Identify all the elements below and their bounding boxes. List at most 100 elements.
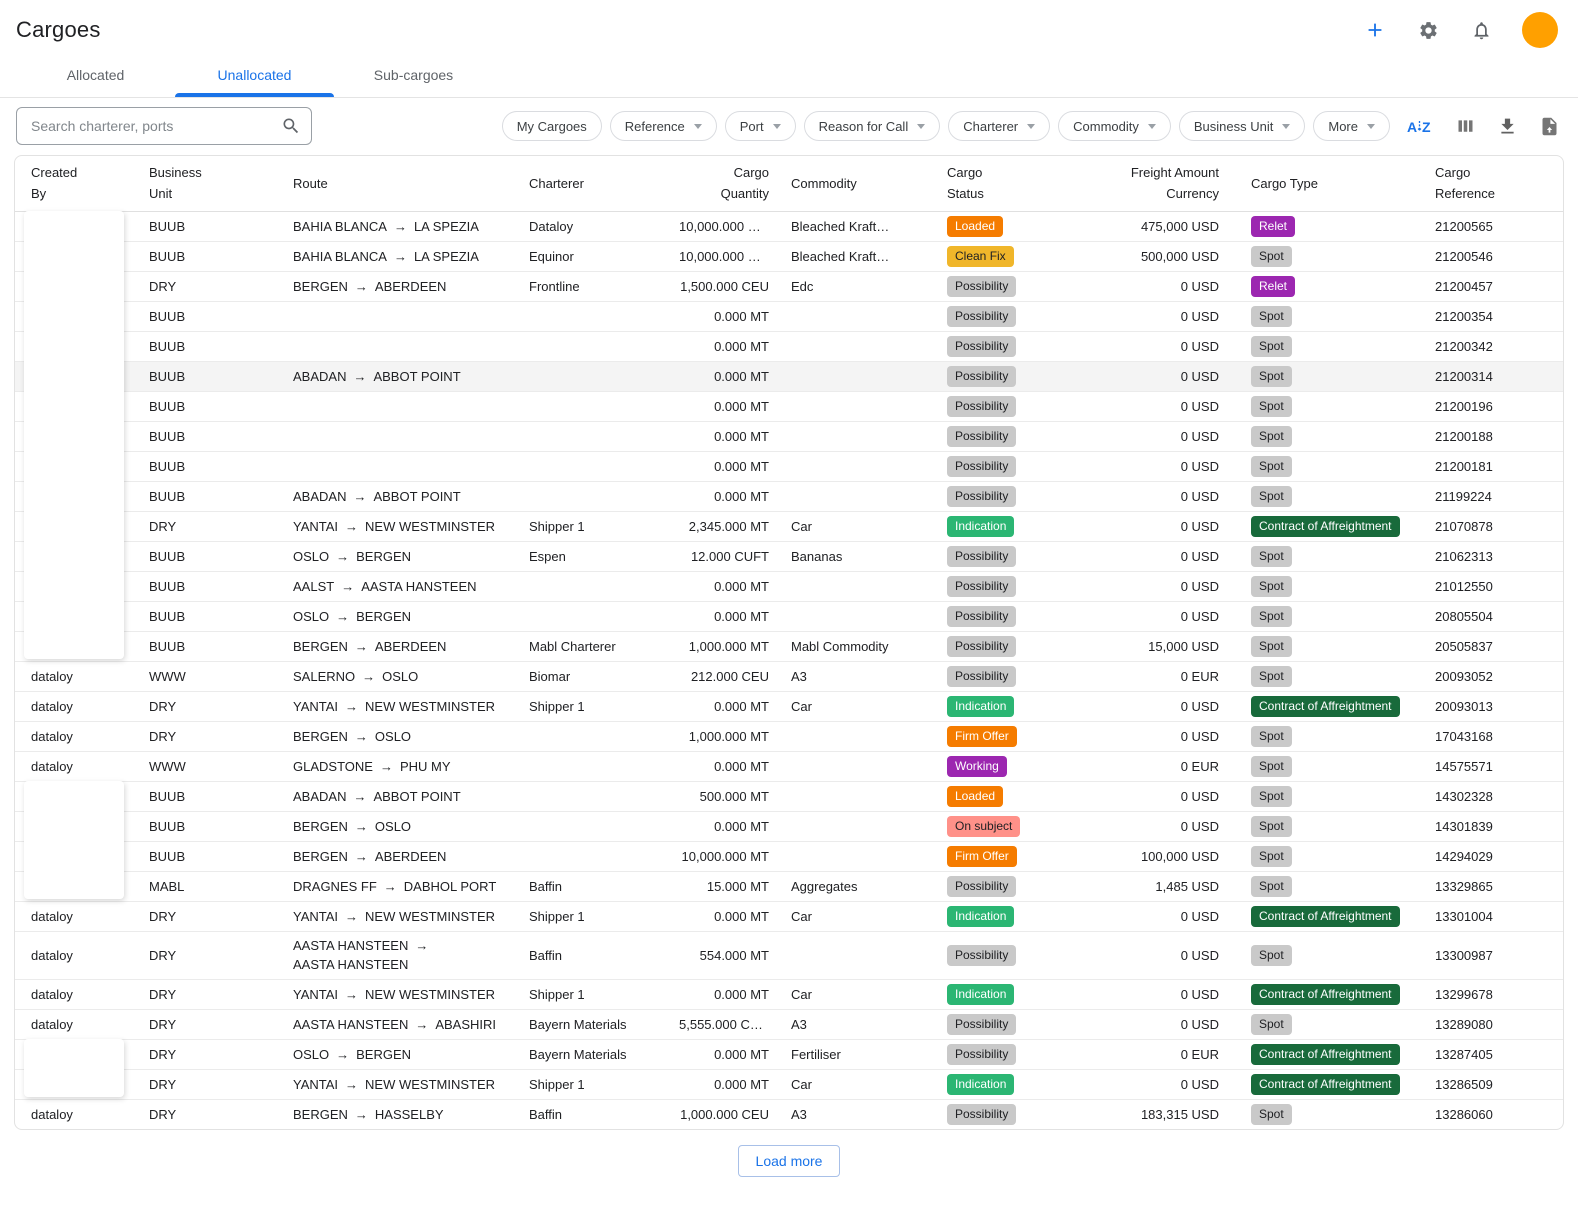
table-row[interactable]: DRYOSLO→BERGENBayern Materials0.000 MTFe… xyxy=(15,1039,1564,1069)
avatar[interactable] xyxy=(1522,12,1558,48)
cell-cargo_type: Spot xyxy=(1235,331,1419,361)
table-row[interactable]: BUUBBERGEN→OSLO0.000 MTOn subject0 USDSp… xyxy=(15,811,1564,841)
column-header-cargo_status[interactable]: CargoStatus xyxy=(931,156,1049,211)
export-button[interactable] xyxy=(1537,114,1562,139)
cell-commodity xyxy=(775,571,931,601)
cell-route: YANTAI→NEW WESTMINSTER xyxy=(277,901,513,931)
filter-chip-charterer[interactable]: Charterer xyxy=(948,111,1050,141)
settings-button[interactable] xyxy=(1416,18,1441,43)
column-header-cargo_reference[interactable]: CargoReference xyxy=(1419,156,1564,211)
table-row[interactable]: dataloyDRYAASTA HANSTEEN→ABASHIRIBayern … xyxy=(15,1009,1564,1039)
column-header-charterer[interactable]: Charterer xyxy=(513,156,663,211)
load-more-button[interactable]: Load more xyxy=(738,1145,841,1177)
table-row[interactable]: dataloyDRYYANTAI→NEW WESTMINSTERShipper … xyxy=(15,901,1564,931)
column-header-business_unit[interactable]: BusinessUnit xyxy=(133,156,277,211)
table-row[interactable]: BUUBAALST→AASTA HANSTEEN0.000 MTPossibil… xyxy=(15,571,1564,601)
table-row[interactable]: dataloyDRYBERGEN→OSLO1,000.000 MTFirm Of… xyxy=(15,721,1564,751)
cell-freight: 0 EUR xyxy=(1049,1039,1235,1069)
search-input[interactable] xyxy=(16,107,312,145)
table-row[interactable]: BUUBBERGEN→ABERDEEN10,000.000 MTFirm Off… xyxy=(15,841,1564,871)
cell-commodity: Bleached Kraft… xyxy=(775,211,931,241)
table-row[interactable]: BUUB0.000 MTPossibility0 USDSpot21200196 xyxy=(15,391,1564,421)
table-row[interactable]: MABLDRAGNES FF→DABHOL PORTBaffin15.000 M… xyxy=(15,871,1564,901)
notifications-button[interactable] xyxy=(1469,18,1494,43)
route-arrow-icon: → xyxy=(355,729,368,744)
table-row[interactable]: DRYBERGEN→ABERDEENFrontline1,500.000 CEU… xyxy=(15,271,1564,301)
cargo-type-badge: Spot xyxy=(1251,786,1292,807)
cell-created_by: dataloy xyxy=(15,661,133,691)
cell-cargo_type: Contract of Affreightment xyxy=(1235,1069,1419,1099)
table-row[interactable]: BUUB0.000 MTPossibility0 USDSpot21200188 xyxy=(15,421,1564,451)
table-row[interactable]: BUUB0.000 MTPossibility0 USDSpot21200342 xyxy=(15,331,1564,361)
cell-cargo_status: Possibility xyxy=(931,661,1049,691)
filter-chip-business-unit[interactable]: Business Unit xyxy=(1179,111,1305,141)
filter-chip-port[interactable]: Port xyxy=(725,111,796,141)
table-row[interactable]: BUUB0.000 MTPossibility0 USDSpot21200354 xyxy=(15,301,1564,331)
cell-business_unit: BUUB xyxy=(133,811,277,841)
cell-cargo_type: Spot xyxy=(1235,391,1419,421)
table-row[interactable]: BUUBABADAN→ABBOT POINT0.000 MTPossibilit… xyxy=(15,361,1564,391)
status-badge: Possibility xyxy=(947,426,1016,447)
column-header-cargo_type[interactable]: Cargo Type xyxy=(1235,156,1419,211)
column-header-freight[interactable]: Freight AmountCurrency xyxy=(1049,156,1235,211)
table-row[interactable]: dataloyDRYYANTAI→NEW WESTMINSTERShipper … xyxy=(15,979,1564,1009)
chevron-down-icon xyxy=(773,124,781,129)
cell-charterer: Bayern Materials xyxy=(513,1009,663,1039)
download-button[interactable] xyxy=(1495,114,1520,139)
table-row[interactable]: BUUBABADAN→ABBOT POINT0.000 MTPossibilit… xyxy=(15,481,1564,511)
cell-commodity: Car xyxy=(775,979,931,1009)
cell-route: ABADAN→ABBOT POINT xyxy=(277,781,513,811)
tab-allocated[interactable]: Allocated xyxy=(16,52,175,97)
cell-commodity xyxy=(775,601,931,631)
table-row[interactable]: dataloyWWWSALERNO→OSLOBiomar212.000 CEUA… xyxy=(15,661,1564,691)
route-from: DRAGNES FF xyxy=(293,879,377,894)
table-row[interactable]: BUUBABADAN→ABBOT POINT500.000 MTLoaded0 … xyxy=(15,781,1564,811)
table-row[interactable]: BUUB0.000 MTPossibility0 USDSpot21200181 xyxy=(15,451,1564,481)
table-row[interactable]: dataloyDRYBERGEN→HASSELBYBaffin1,000.000… xyxy=(15,1099,1564,1129)
filter-chip-reason-for-call[interactable]: Reason for Call xyxy=(804,111,941,141)
status-badge: Possibility xyxy=(947,276,1016,297)
cell-freight: 0 USD xyxy=(1049,901,1235,931)
table-row[interactable]: BUUBBERGEN→ABERDEENMabl Charterer1,000.0… xyxy=(15,631,1564,661)
sort-alpha-icon: A Z xyxy=(1407,116,1434,137)
cargo-type-badge: Contract of Affreightment xyxy=(1251,906,1400,927)
table-row[interactable]: BUUBOSLO→BERGENEspen12.000 CUFTBananasPo… xyxy=(15,541,1564,571)
table-row[interactable]: dataloyWWWGLADSTONE→PHU MY0.000 MTWorkin… xyxy=(15,751,1564,781)
cell-business_unit: BUUB xyxy=(133,331,277,361)
filter-chip-more[interactable]: More xyxy=(1313,111,1390,141)
add-button[interactable] xyxy=(1362,17,1388,43)
tab-sub-cargoes[interactable]: Sub-cargoes xyxy=(334,52,493,97)
route-to: ABASHIRI xyxy=(435,1017,496,1032)
cell-charterer xyxy=(513,331,663,361)
cell-cargo_reference: 13286060 xyxy=(1419,1099,1564,1129)
column-settings-button[interactable] xyxy=(1453,114,1478,139)
route-to: ABERDEEN xyxy=(375,639,447,654)
tab-unallocated[interactable]: Unallocated xyxy=(175,52,334,97)
table-row[interactable]: DRYYANTAI→NEW WESTMINSTERShipper 12,345.… xyxy=(15,511,1564,541)
column-header-commodity[interactable]: Commodity xyxy=(775,156,931,211)
table-row[interactable]: dataloyDRYYANTAI→NEW WESTMINSTERShipper … xyxy=(15,691,1564,721)
filter-chip-reference[interactable]: Reference xyxy=(610,111,717,141)
cell-cargo_status: Loaded xyxy=(931,781,1049,811)
status-badge: On subject xyxy=(947,816,1020,837)
table-row[interactable]: BUUBBAHIA BLANCA→LA SPEZIADataloy10,000.… xyxy=(15,211,1564,241)
cell-cargo_quantity: 2,345.000 MT xyxy=(663,511,775,541)
sort-alpha-button[interactable]: A Z xyxy=(1405,114,1436,139)
column-header-text: CreatedBy xyxy=(31,166,117,200)
table-row[interactable]: BUUBOSLO→BERGEN0.000 MTPossibility0 USDS… xyxy=(15,601,1564,631)
filter-chip-my-cargoes[interactable]: My Cargoes xyxy=(502,111,602,141)
cell-freight: 0 USD xyxy=(1049,811,1235,841)
cell-commodity: Car xyxy=(775,511,931,541)
filter-chip-commodity[interactable]: Commodity xyxy=(1058,111,1171,141)
table-row[interactable]: DRYYANTAI→NEW WESTMINSTERShipper 10.000 … xyxy=(15,1069,1564,1099)
table-row[interactable]: dataloyDRYAASTA HANSTEEN→AASTA HANSTEENB… xyxy=(15,931,1564,979)
cargoes-app: Cargoes AllocatedUnallocatedSub-cargoes … xyxy=(0,0,1578,1201)
cell-cargo_reference: 21200354 xyxy=(1419,301,1564,331)
column-header-created_by[interactable]: CreatedBy xyxy=(15,156,133,211)
cell-cargo_quantity: 10,000.000 CBM xyxy=(663,241,775,271)
cargo-type-badge: Spot xyxy=(1251,876,1292,897)
table-row[interactable]: BUUBBAHIA BLANCA→LA SPEZIAEquinor10,000.… xyxy=(15,241,1564,271)
route-from: SALERNO xyxy=(293,669,355,684)
column-header-route[interactable]: Route xyxy=(277,156,513,211)
column-header-cargo_quantity[interactable]: CargoQuantity xyxy=(663,156,775,211)
